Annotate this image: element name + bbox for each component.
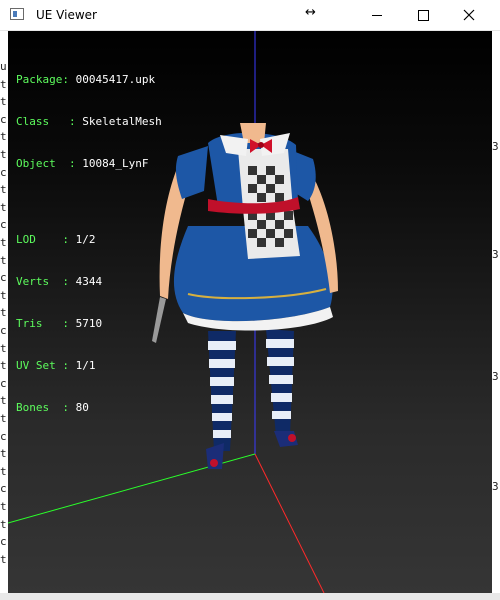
axis-x-line	[254, 453, 325, 593]
package-value: 00045417.upk	[75, 73, 156, 86]
info-row-bones: Bones : 80	[16, 401, 162, 415]
verts-label: Verts	[16, 275, 50, 288]
uvset-value: 1/1	[75, 359, 96, 372]
info-row-verts: Verts : 4344	[16, 275, 162, 289]
resize-cursor-icon: ↔	[305, 5, 316, 20]
right-leg	[266, 329, 298, 447]
object-label: Object	[16, 157, 56, 170]
minimize-icon	[372, 14, 382, 16]
tris-value: 5710	[75, 317, 103, 330]
close-button[interactable]	[446, 0, 492, 30]
maximize-button[interactable]	[400, 0, 446, 30]
lod-label: LOD	[16, 233, 36, 246]
class-label: Class	[16, 115, 50, 128]
info-row-object: Object : 10084_LynF	[16, 157, 162, 171]
info-row-class: Class : SkeletalMesh	[16, 115, 162, 129]
left-leg	[206, 331, 236, 469]
object-colon: :	[55, 157, 83, 170]
class-colon: :	[49, 115, 83, 128]
verts-colon: :	[49, 275, 76, 288]
package-label: Package	[16, 73, 63, 86]
lod-colon: :	[35, 233, 76, 246]
tris-colon: :	[42, 317, 76, 330]
minimize-button[interactable]	[354, 0, 400, 30]
ue-viewer-window: UE Viewer ↔ Package: 00045417.upk Class…	[0, 0, 500, 600]
object-value: 10084_LynF	[82, 157, 149, 170]
close-icon	[463, 9, 475, 21]
bones-colon: :	[49, 401, 76, 414]
uvset-colon: :	[55, 359, 76, 372]
tris-label: Tris	[16, 317, 43, 330]
lod-value: 1/2	[75, 233, 96, 246]
info-row-tris: Tris : 5710	[16, 317, 162, 331]
app-icon[interactable]	[10, 8, 24, 20]
class-value: SkeletalMesh	[82, 115, 162, 128]
title-bar[interactable]: UE Viewer ↔	[0, 0, 500, 31]
info-row-uvset: UV Set : 1/1	[16, 359, 162, 373]
skeletal-mesh-model	[152, 123, 338, 469]
bones-value: 80	[75, 401, 89, 414]
window-bottom-edge	[0, 593, 500, 600]
info-row-package: Package: 00045417.upk	[16, 73, 162, 87]
bones-label: Bones	[16, 401, 50, 414]
package-colon: :	[62, 73, 76, 86]
maximize-icon	[417, 9, 429, 21]
uvset-label: UV Set	[16, 359, 56, 372]
info-row-lod: LOD : 1/2	[16, 233, 162, 247]
mesh-info-panel: Package: 00045417.upk Class : SkeletalMe…	[16, 45, 162, 443]
3d-viewport[interactable]: Package: 00045417.upk Class : SkeletalMe…	[8, 31, 492, 593]
verts-value: 4344	[75, 275, 103, 288]
window-title: UE Viewer	[36, 8, 97, 22]
